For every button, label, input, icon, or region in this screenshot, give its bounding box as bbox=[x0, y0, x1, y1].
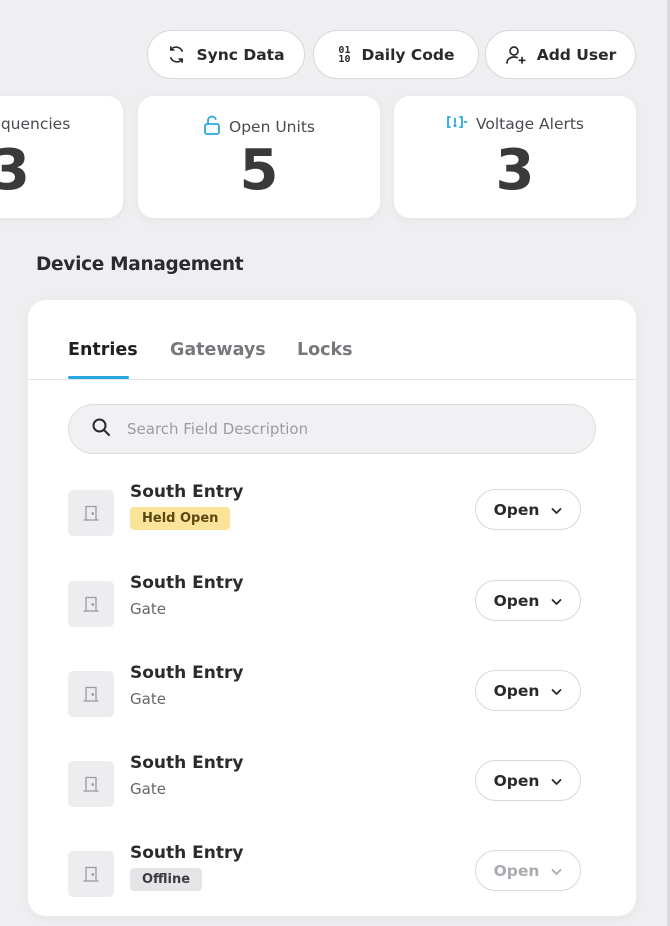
door-icon bbox=[68, 581, 114, 627]
chevron-down-icon bbox=[551, 862, 562, 880]
list-item[interactable]: South Entry Gate Open bbox=[68, 663, 596, 723]
open-dropdown-button[interactable]: Open bbox=[475, 489, 581, 530]
door-icon bbox=[68, 761, 114, 807]
entry-name: South Entry bbox=[130, 663, 244, 683]
entry-type: Gate bbox=[130, 600, 166, 618]
sync-data-label: Sync Data bbox=[196, 45, 285, 64]
battery-alert-icon bbox=[446, 115, 468, 133]
list-item[interactable]: South Entry Held Open Open bbox=[68, 482, 596, 542]
open-label: Open bbox=[493, 681, 540, 700]
chevron-down-icon bbox=[551, 501, 562, 519]
chevron-down-icon bbox=[551, 772, 562, 790]
search-icon bbox=[91, 417, 111, 441]
tab-bar: Entries Gateways Locks bbox=[28, 300, 636, 380]
add-user-button[interactable]: Add User bbox=[485, 30, 636, 79]
voltage-alerts-value: 3 bbox=[495, 138, 535, 203]
stat-card-open-units: Open Units 5 bbox=[138, 96, 380, 218]
stat-label-voltage-alerts: Voltage Alerts bbox=[394, 115, 636, 133]
open-units-value: 5 bbox=[239, 138, 279, 203]
search-bar bbox=[68, 404, 596, 454]
door-icon bbox=[68, 490, 114, 536]
sync-icon bbox=[167, 45, 186, 64]
stat-value-frequencies: 3 bbox=[0, 138, 30, 203]
sync-data-button[interactable]: Sync Data bbox=[147, 30, 305, 79]
list-item[interactable]: South Entry Gate Open bbox=[68, 753, 596, 813]
status-badge: Held Open bbox=[130, 507, 231, 530]
tab-gateways[interactable]: Gateways bbox=[170, 340, 266, 360]
door-icon bbox=[68, 851, 114, 897]
binary-code-icon: 01 10 bbox=[338, 44, 351, 65]
open-dropdown-button[interactable]: Open bbox=[475, 670, 581, 711]
open-label: Open bbox=[493, 771, 540, 790]
list-item[interactable]: South Entry Offline Open bbox=[68, 843, 596, 903]
stat-card-frequencies: nquencies 3 bbox=[0, 96, 123, 218]
chevron-down-icon bbox=[551, 592, 562, 610]
add-user-icon bbox=[505, 45, 527, 65]
voltage-alerts-label: Voltage Alerts bbox=[475, 115, 585, 133]
app-root: Sync Data 0110 Daily Code Add User nquen… bbox=[0, 0, 670, 926]
list-item[interactable]: South Entry Gate Open bbox=[68, 573, 596, 633]
open-dropdown-button[interactable]: Open bbox=[475, 580, 581, 621]
active-tab-indicator bbox=[68, 376, 129, 379]
entry-name: South Entry bbox=[130, 573, 244, 593]
open-dropdown-button[interactable]: Open bbox=[475, 850, 581, 891]
section-title: Device Management bbox=[36, 254, 244, 275]
add-user-label: Add User bbox=[536, 45, 617, 64]
door-icon bbox=[68, 671, 114, 717]
entry-name: South Entry bbox=[130, 753, 244, 773]
search-input[interactable] bbox=[127, 420, 567, 438]
open-label: Open bbox=[493, 591, 540, 610]
chevron-down-icon bbox=[551, 682, 562, 700]
stat-label-text: nquencies bbox=[0, 115, 71, 133]
entry-name: South Entry bbox=[130, 482, 244, 502]
stat-label-frequencies: nquencies bbox=[0, 115, 123, 133]
tab-locks[interactable]: Locks bbox=[297, 340, 353, 360]
device-management-card: Entries Gateways Locks South Entry Hel bbox=[28, 300, 636, 916]
tab-entries[interactable]: Entries bbox=[68, 340, 138, 360]
entry-name: South Entry bbox=[130, 843, 244, 863]
open-units-label: Open Units bbox=[229, 118, 315, 136]
entry-type: Gate bbox=[130, 780, 166, 798]
daily-code-label: Daily Code bbox=[361, 45, 455, 64]
entry-type: Gate bbox=[130, 690, 166, 708]
stat-card-voltage-alerts: Voltage Alerts 3 bbox=[394, 96, 636, 218]
open-label: Open bbox=[493, 861, 540, 880]
status-badge: Offline bbox=[130, 868, 203, 891]
open-dropdown-button[interactable]: Open bbox=[475, 760, 581, 801]
daily-code-button[interactable]: 01 10 Daily Code bbox=[313, 30, 479, 79]
open-label: Open bbox=[493, 500, 540, 519]
